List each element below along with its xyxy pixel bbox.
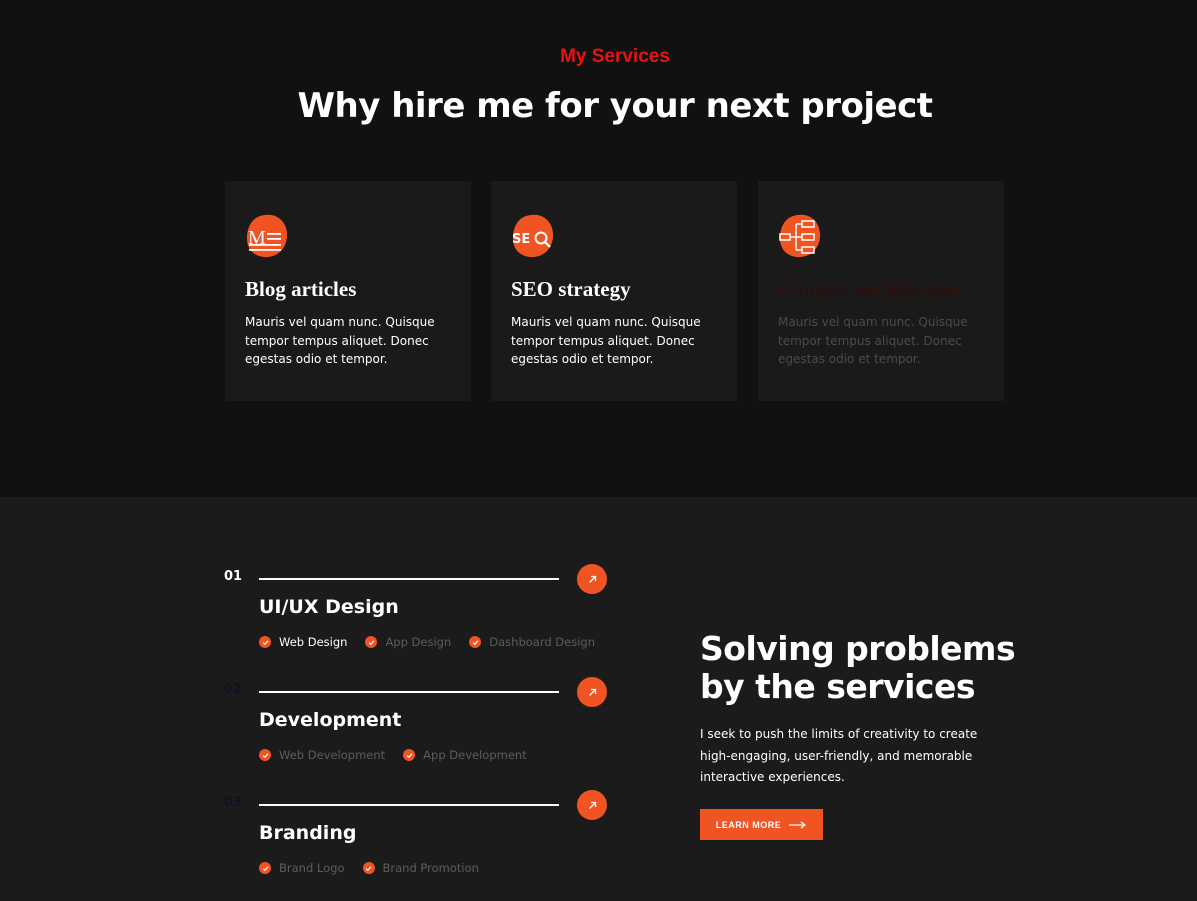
check-icon	[365, 636, 378, 648]
section-headline: Why hire me for your next project	[297, 86, 933, 126]
service-title: Branding	[259, 822, 357, 844]
solve-block: Solving problems by the services I seek …	[700, 630, 1020, 789]
card-title: Blog articles	[245, 277, 357, 301]
service-tag[interactable]: App Development	[403, 748, 527, 762]
card-text: Mauris vel quam nunc. Quisque tempor tem…	[778, 315, 968, 366]
architecture-icon	[779, 214, 821, 258]
check-icon	[259, 749, 271, 761]
arrow-up-right-icon	[588, 575, 596, 583]
card-text: Mauris vel quam nunc. Quisque tempor tem…	[511, 315, 701, 366]
check-icon	[469, 636, 482, 648]
card-title: SEO strategy	[511, 277, 631, 301]
seo-icon: SE	[512, 214, 554, 258]
service-number: 03	[224, 795, 243, 810]
card-text: Mauris vel quam nunc. Quisque tempor tem…	[245, 315, 435, 366]
arrow-up-right-icon	[588, 688, 596, 696]
solve-text: I seek to push the limits of creativity …	[700, 727, 978, 784]
blog-icon: M	[246, 214, 288, 258]
check-icon	[362, 862, 375, 874]
check-icon	[259, 862, 271, 874]
service-tag[interactable]: Dashboard Design	[469, 635, 595, 649]
service-tags: Brand Logo Brand Promotion	[259, 861, 479, 875]
solve-heading-line: Solving problems	[700, 629, 1016, 668]
service-tag[interactable]: App Design	[365, 635, 451, 649]
learn-more-label: LEARN MORE	[715, 819, 782, 830]
service-title: UI/UX Design	[259, 596, 399, 618]
service-card-blog[interactable]: M Blog articles Mauris vel quam nunc. Qu…	[225, 181, 471, 401]
service-tag[interactable]: Brand Logo	[259, 861, 345, 875]
arrow-up-right-icon	[588, 801, 596, 809]
learn-more-button[interactable]: LEARN MORE	[700, 809, 823, 840]
svg-text:SE: SE	[512, 232, 530, 247]
open-service-button[interactable]	[577, 564, 607, 594]
service-number: 02	[224, 682, 243, 697]
check-icon	[403, 749, 416, 761]
divider	[259, 804, 559, 806]
service-title: Development	[259, 709, 402, 731]
solve-heading-line: by the services	[700, 667, 975, 706]
service-card-seo[interactable]: SE SEO strategy Mauris vel quam nunc. Qu…	[491, 181, 737, 401]
open-service-button[interactable]	[577, 790, 607, 820]
service-tag[interactable]: Web Development	[259, 748, 385, 762]
divider	[259, 691, 559, 693]
service-card-architecture[interactable]: Content architecture Mauris vel quam nun…	[758, 181, 1004, 401]
open-service-button[interactable]	[577, 677, 607, 707]
arrow-right-icon	[789, 821, 807, 828]
service-tag[interactable]: Brand Promotion	[362, 861, 479, 875]
service-tags: Web Design App Design Dashboard Design	[259, 635, 595, 649]
service-tag[interactable]: Web Design	[259, 635, 347, 649]
divider	[259, 578, 559, 580]
service-number: 01	[224, 569, 243, 584]
services-section: My Services Why hire me for your next pr…	[0, 0, 1197, 497]
service-tags: Web Development App Development	[259, 748, 527, 762]
solve-heading: Solving problems by the services	[700, 630, 1020, 706]
section-eyebrow: My Services	[560, 46, 670, 67]
check-icon	[259, 636, 271, 648]
card-title: Content architecture	[778, 277, 965, 301]
